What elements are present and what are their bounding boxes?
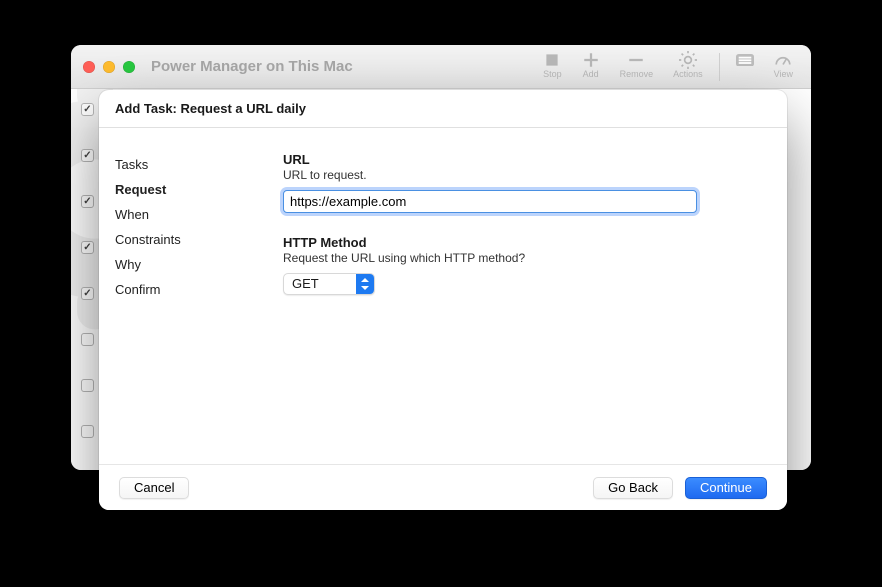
task-checkbox[interactable] — [81, 195, 94, 208]
task-checkbox[interactable] — [81, 425, 94, 438]
url-input[interactable] — [283, 190, 697, 213]
step-tasks[interactable]: Tasks — [115, 152, 271, 177]
step-why[interactable]: Why — [115, 252, 271, 277]
task-checkbox[interactable] — [81, 287, 94, 300]
toolbar-separator — [719, 53, 720, 81]
plus-icon — [582, 51, 600, 69]
go-back-button[interactable]: Go Back — [593, 477, 673, 499]
gear-icon — [679, 51, 697, 69]
toolbar-remove[interactable]: Remove — [612, 49, 662, 81]
add-task-sheet: Add Task: Request a URL daily TasksReque… — [99, 90, 787, 510]
task-checkbox[interactable] — [81, 149, 94, 162]
http-method-desc: Request the URL using which HTTP method? — [283, 251, 757, 265]
url-label: URL — [283, 152, 757, 167]
list-icon — [736, 51, 754, 69]
cancel-button[interactable]: Cancel — [119, 477, 189, 499]
toolbar-add[interactable]: Add — [574, 49, 608, 81]
task-checkbox[interactable] — [81, 241, 94, 254]
minus-icon — [627, 51, 645, 69]
step-constraints[interactable]: Constraints — [115, 227, 271, 252]
http-method-label: HTTP Method — [283, 235, 757, 250]
task-checkbox[interactable] — [81, 333, 94, 346]
stop-icon — [543, 51, 561, 69]
task-checkbox[interactable] — [81, 379, 94, 392]
url-desc: URL to request. — [283, 168, 757, 182]
toolbar-add-label: Add — [583, 69, 599, 79]
minimize-window-icon[interactable] — [103, 61, 115, 73]
zoom-window-icon[interactable] — [123, 61, 135, 73]
step-when[interactable]: When — [115, 202, 271, 227]
toolbar-listview[interactable]: . — [728, 49, 762, 81]
step-sidebar: TasksRequestWhenConstraintsWhyConfirm — [99, 128, 279, 464]
close-window-icon[interactable] — [83, 61, 95, 73]
step-confirm[interactable]: Confirm — [115, 277, 271, 302]
toolbar-stop-label: Stop — [543, 69, 562, 79]
http-method-select[interactable]: GET — [283, 273, 375, 295]
sheet-footer: Cancel Go Back Continue — [99, 464, 787, 510]
gauge-icon — [774, 51, 792, 69]
step-content: URL URL to request. HTTP Method Request … — [279, 128, 787, 464]
task-checkbox[interactable] — [81, 103, 94, 116]
sheet-body: TasksRequestWhenConstraintsWhyConfirm UR… — [99, 128, 787, 464]
toolbar-stop[interactable]: Stop — [535, 49, 570, 81]
sheet-title: Add Task: Request a URL daily — [99, 90, 787, 128]
toolbar-actions-label: Actions — [673, 69, 703, 79]
continue-button[interactable]: Continue — [685, 477, 767, 499]
toolbar-gauge[interactable]: View — [766, 49, 801, 81]
toolbar: Stop Add Remove Actions — [535, 49, 801, 81]
window-controls — [83, 61, 135, 73]
toolbar-actions[interactable]: Actions — [665, 49, 711, 81]
step-request[interactable]: Request — [115, 177, 271, 202]
titlebar: Power Manager on This Mac Stop Add Remov… — [71, 45, 811, 89]
toolbar-remove-label: Remove — [620, 69, 654, 79]
window-title: Power Manager on This Mac — [151, 58, 353, 75]
chevron-up-down-icon — [356, 274, 374, 294]
toolbar-view-label: View — [774, 69, 793, 79]
